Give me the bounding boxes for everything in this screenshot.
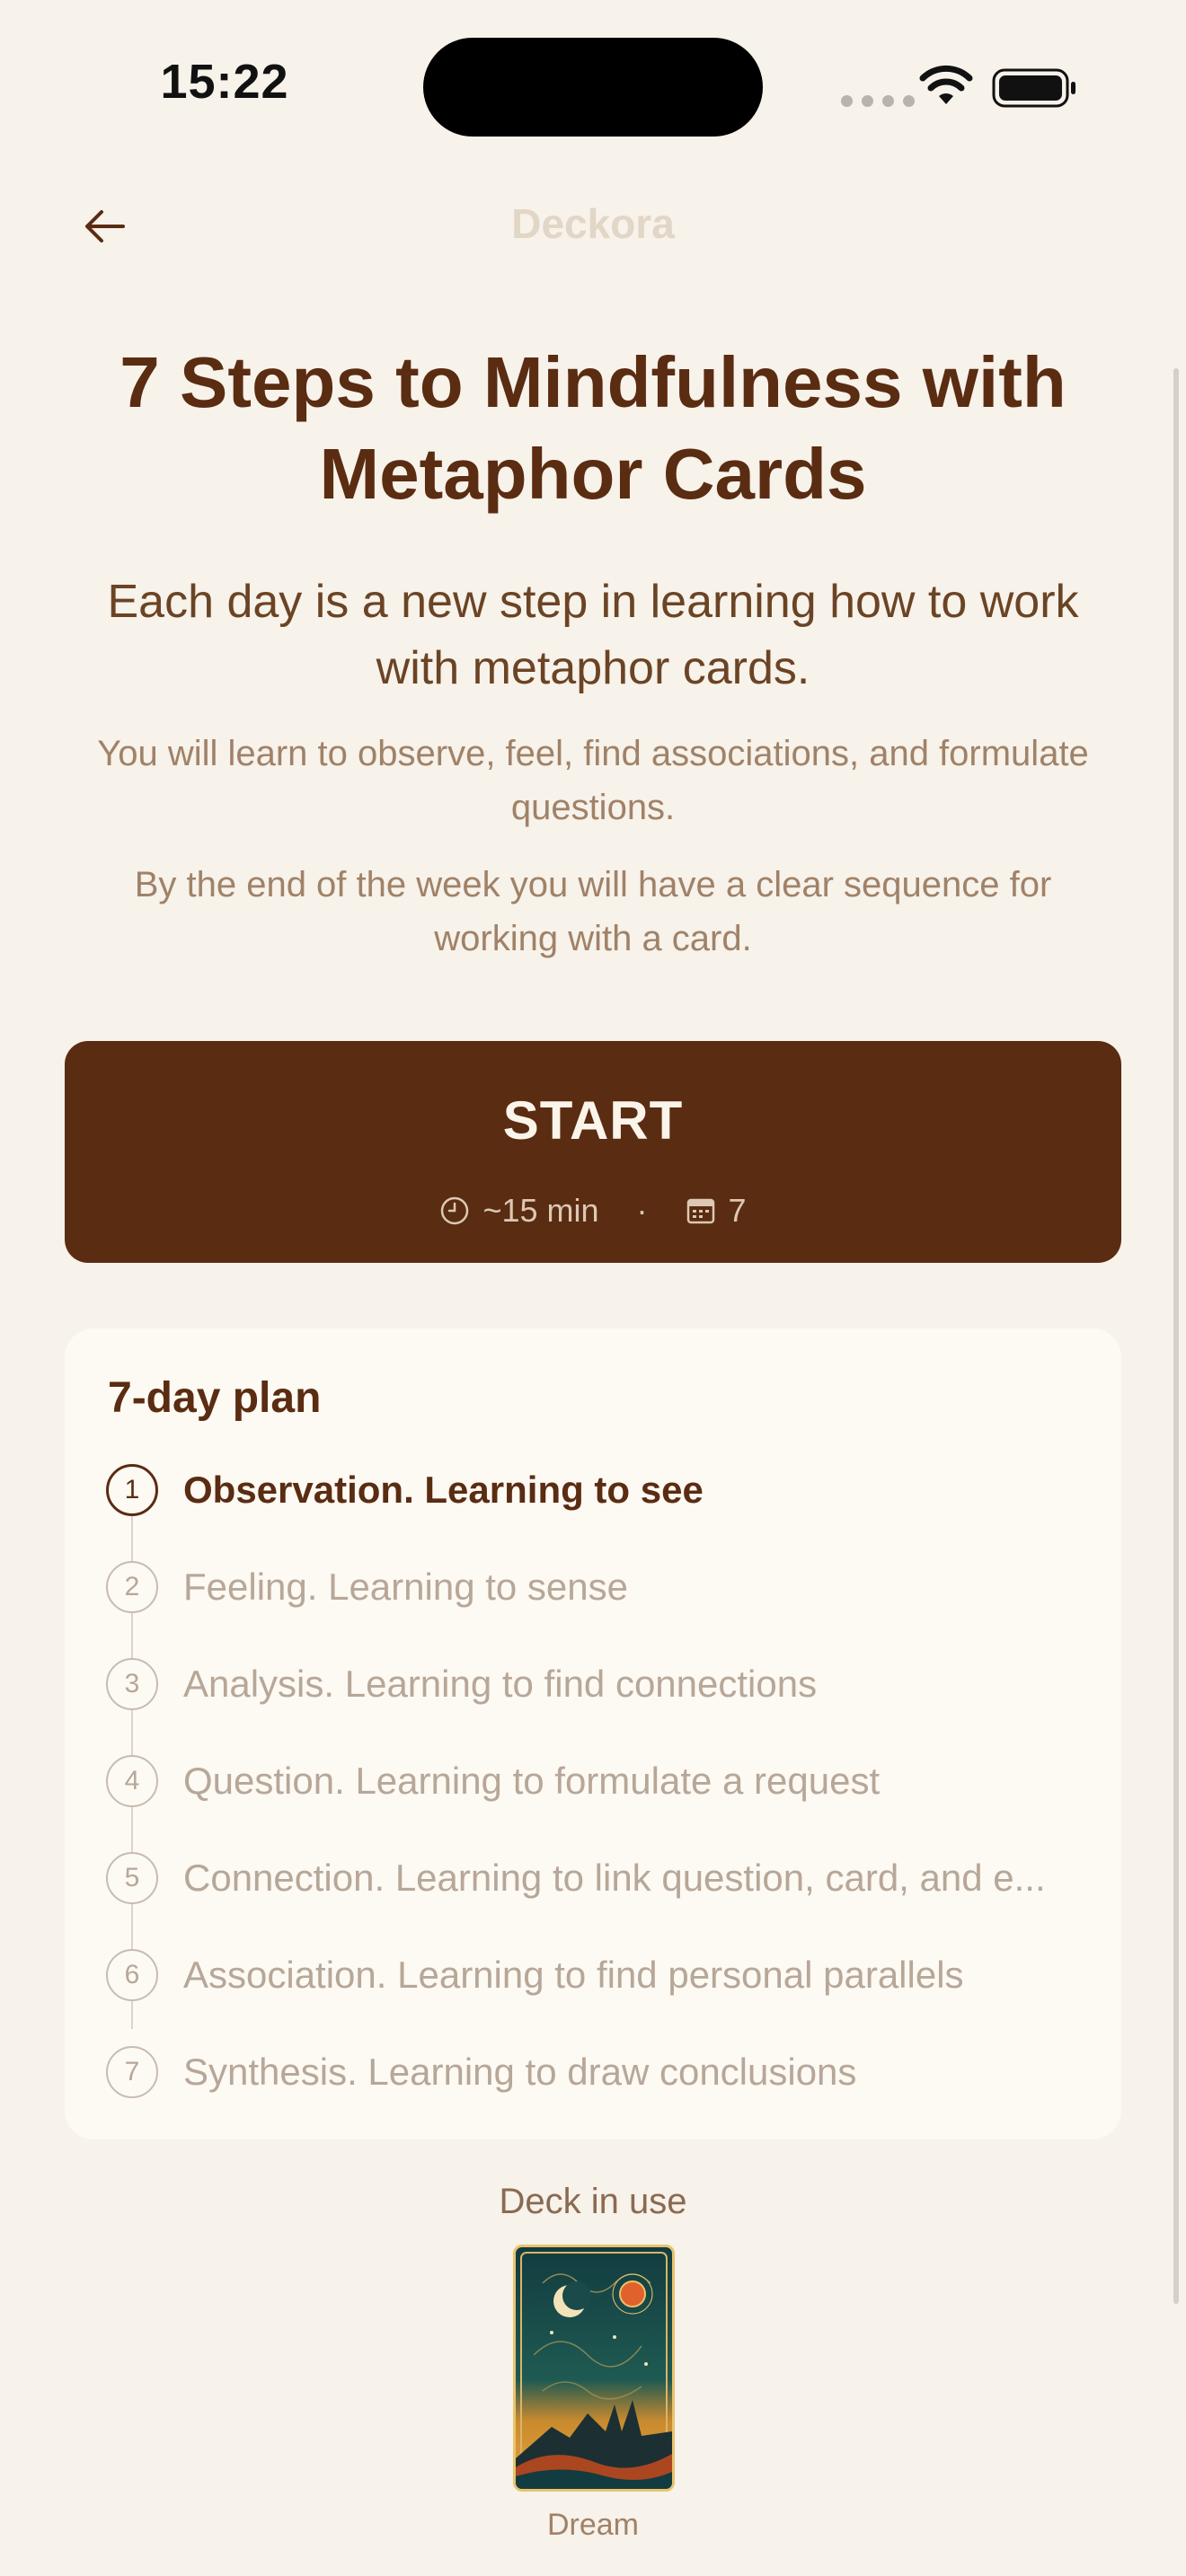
step-label: Analysis. Learning to find connections: [183, 1663, 818, 1705]
step-label: Feeling. Learning to sense: [183, 1566, 628, 1608]
deck-heading: Deck in use: [499, 2182, 687, 2221]
description-text: You will learn to observe, feel, find as…: [97, 734, 1089, 827]
step-number-badge: 3: [106, 1658, 158, 1710]
lead-text: Each day is a new step in learning how t…: [107, 576, 1079, 694]
plan-step-1[interactable]: 1 Observation. Learning to see: [106, 1463, 1085, 1517]
days-count-text: 7: [728, 1192, 747, 1229]
deck-card-image[interactable]: [513, 2245, 675, 2492]
plan-card: 7-day plan 1 Observation. Learning to se…: [65, 1328, 1121, 2139]
deck-illustration: [516, 2247, 672, 2489]
step-number-badge: 4: [106, 1755, 158, 1807]
duration-text: ~15 min: [482, 1192, 599, 1229]
calendar-icon: [686, 1198, 714, 1224]
step-label: Synthesis. Learning to draw conclusions: [183, 2051, 857, 2093]
scrollbar[interactable]: [1173, 368, 1179, 2304]
step-label: Association. Learning to find personal p…: [183, 1954, 964, 1996]
page-title: 7 Steps to Mindfulness with Metaphor Car…: [119, 342, 1067, 514]
plan-step-7[interactable]: 7 Synthesis. Learning to draw conclusion…: [106, 2045, 1085, 2099]
description-text: By the end of the week you will have a c…: [134, 865, 1052, 958]
cellular-signal-icon: [841, 95, 915, 107]
status-time: 15:22: [160, 55, 289, 109]
step-label: Connection. Learning to link question, c…: [183, 1857, 1046, 1899]
step-number-badge: 5: [106, 1852, 158, 1904]
clock-icon: [441, 1196, 469, 1225]
start-button-label: START: [502, 1090, 684, 1151]
screen: 15:22 Deckora 7 Steps to Mindfulness wit…: [0, 0, 1186, 2576]
step-label: Question. Learning to formulate a reques…: [183, 1760, 881, 1802]
step-number-badge: 7: [106, 2046, 158, 2098]
plan-step-2[interactable]: 2 Feeling. Learning to sense: [106, 1560, 1085, 1614]
battery-icon: [992, 68, 1075, 108]
plan-title: 7-day plan: [108, 1374, 322, 1422]
meta-separator: ·: [636, 1192, 648, 1229]
plan-step-6[interactable]: 6 Association. Learning to find personal…: [106, 1948, 1085, 2002]
dynamic-island: [423, 38, 763, 137]
plan-step-5[interactable]: 5 Connection. Learning to link question,…: [106, 1851, 1085, 1905]
step-number-badge: 2: [106, 1561, 158, 1613]
deck-name: Dream: [546, 2508, 640, 2542]
app-title: Deckora: [511, 200, 675, 247]
start-button-meta: ~15 min · 7: [65, 1192, 1121, 1230]
wifi-icon: [919, 65, 973, 104]
step-number-badge: 6: [106, 1949, 158, 2001]
plan-step-4[interactable]: 4 Question. Learning to formulate a requ…: [106, 1754, 1085, 1808]
plan-step-3[interactable]: 3 Analysis. Learning to find connections: [106, 1657, 1085, 1711]
step-label: Observation. Learning to see: [183, 1469, 704, 1511]
start-button[interactable]: START ~15 min · 7: [65, 1041, 1121, 1263]
step-number-badge: 1: [106, 1464, 158, 1516]
